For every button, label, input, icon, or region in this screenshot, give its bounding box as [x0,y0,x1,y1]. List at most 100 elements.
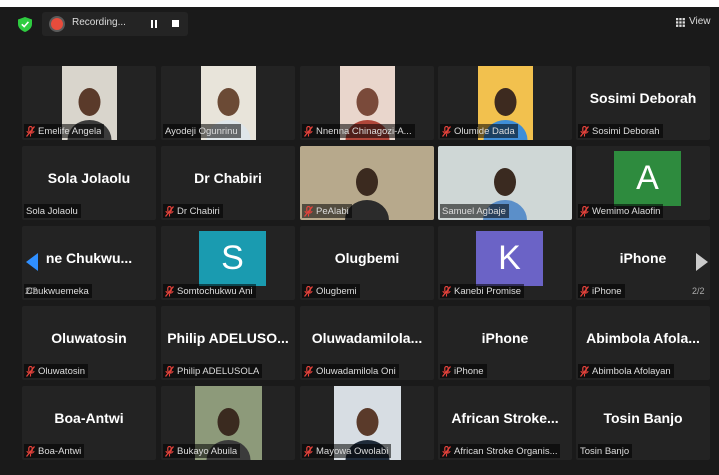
participant-tile[interactable]: Nnenna Chinagozi-A... [300,66,434,140]
participant-name-label: Oluwatosin [38,365,85,377]
muted-mic-icon [304,445,313,457]
participant-label: Abimbola Afolayan [578,364,674,378]
participant-tile[interactable]: iPhone iPhone [438,306,572,380]
participant-name-label: iPhone [454,365,484,377]
participant-label: iPhone [440,364,487,378]
view-label: View [689,16,711,27]
participant-label: Mayowa Owolabi [302,444,392,458]
avatar: A [614,151,681,206]
participant-tile[interactable]: Philip ADELUSO... Philip ADELUSOLA [161,306,295,380]
stop-recording-button[interactable] [168,16,184,32]
participant-label: Emelife Angela [24,124,105,138]
avatar: K [476,231,543,286]
next-page-arrow-icon[interactable] [696,253,708,271]
participant-label: Olugbemi [302,284,360,298]
participant-tile[interactable]: Bukayo Abuila [161,386,295,460]
muted-mic-icon [304,365,313,377]
participant-tile[interactable]: Mayowa Owolabi [300,386,434,460]
participant-tile[interactable]: Oluwadamilola... Oluwadamilola Oni [300,306,434,380]
participant-tile[interactable]: Sosimi Deborah Sosimi Deborah [576,66,710,140]
participant-label: Somtochukwu Ani [163,284,256,298]
participant-name-label: Somtochukwu Ani [177,285,253,297]
muted-mic-icon [304,205,313,217]
participant-tile[interactable]: Emelife Angela [22,66,156,140]
participant-label: Philip ADELUSOLA [163,364,263,378]
muted-mic-icon [26,125,35,137]
participant-name-label: Emelife Angela [38,125,102,137]
page-indicator-right: 2/2 [692,286,705,296]
participant-label: Sola Jolaolu [24,204,81,218]
previous-page-arrow-icon[interactable] [26,253,38,271]
participant-tile[interactable]: Olumide Dada [438,66,572,140]
participant-name-label: Philip ADELUSOLA [177,365,260,377]
pause-recording-button[interactable] [146,16,162,32]
participant-name-label: Bukayo Abuila [177,445,238,457]
participant-display-name: Oluwadamilola... [311,330,423,346]
participant-name-label: Olugbemi [316,285,357,297]
muted-mic-icon [26,365,35,377]
participant-tile[interactable]: Samuel Agbaje [438,146,572,220]
participant-label: Wemimo Alaofin [578,204,664,218]
participant-name-label: Boa-Antwi [38,445,82,457]
participant-tile[interactable]: Olugbemi Olugbemi [300,226,434,300]
view-button[interactable]: View [676,15,716,31]
muted-mic-icon [165,445,174,457]
participant-label: Kanebi Promise [440,284,525,298]
participant-name-label: Kanebi Promise [454,285,522,297]
meeting-top-bar: Recording... View [0,7,719,40]
cropped-caption-strip [0,0,719,7]
participant-label: iPhone [578,284,625,298]
participant-tile[interactable]: Abimbola Afola... Abimbola Afolayan [576,306,710,380]
participant-tile[interactable]: Dr Chabiri Dr Chabiri [161,146,295,220]
muted-mic-icon [304,285,313,297]
participant-tile[interactable]: iPhone iPhone [576,226,710,300]
recording-dot-icon [51,18,63,30]
participant-tile[interactable]: PeAlabi [300,146,434,220]
pause-icon [155,20,157,28]
participant-label: Tosin Banjo [578,444,633,458]
participant-tile[interactable]: African Stroke... African Stroke Organis.… [438,386,572,460]
participant-label: Nnenna Chinagozi-A... [302,124,415,138]
muted-mic-icon [165,205,174,217]
participant-label: Ayodeji Ogunrinu [163,124,241,138]
participant-label: Oluwadamilola Oni [302,364,399,378]
participant-tile[interactable]: S Somtochukwu Ani [161,226,295,300]
muted-mic-icon [580,285,589,297]
muted-mic-icon [304,125,313,137]
participant-label: Sosimi Deborah [578,124,663,138]
participant-name-label: Abimbola Afolayan [592,365,671,377]
participant-tile[interactable]: ne Chukwu... Chukwuemeka [22,226,156,300]
muted-mic-icon [165,365,174,377]
participant-tile[interactable]: Ayodeji Ogunrinu [161,66,295,140]
muted-mic-icon [580,205,589,217]
participant-tile[interactable]: Sola Jolaolu Sola Jolaolu [22,146,156,220]
participant-label: Samuel Agbaje [440,204,509,218]
participant-display-name: African Stroke... [451,410,559,426]
participant-display-name: iPhone [619,250,667,266]
participant-tile[interactable]: A Wemimo Alaofin [576,146,710,220]
participant-name-label: Ayodeji Ogunrinu [165,125,238,137]
participant-display-name: Sola Jolaolu [47,170,131,186]
muted-mic-icon [165,285,174,297]
participant-label: Bukayo Abuila [163,444,241,458]
participant-label: Boa-Antwi [24,444,85,458]
avatar: S [199,231,266,286]
participant-display-name: Philip ADELUSO... [167,330,289,346]
participant-display-name: iPhone [481,330,529,346]
participant-tile[interactable]: Oluwatosin Oluwatosin [22,306,156,380]
participant-tile[interactable]: K Kanebi Promise [438,226,572,300]
participant-name-label: Tosin Banjo [580,445,630,457]
participant-tile[interactable]: Tosin Banjo Tosin Banjo [576,386,710,460]
participant-display-name: ne Chukwu... [45,250,133,266]
participant-name-label: Olumide Dada [454,125,515,137]
participant-tile[interactable]: Boa-Antwi Boa-Antwi [22,386,156,460]
participant-label: Oluwatosin [24,364,88,378]
participant-name-label: Mayowa Owolabi [316,445,389,457]
muted-mic-icon [580,365,589,377]
participant-name-label: Dr Chabiri [177,205,220,217]
pause-icon [151,20,153,28]
participant-name-label: Wemimo Alaofin [592,205,661,217]
participant-display-name: Tosin Banjo [603,410,683,426]
muted-mic-icon [442,285,451,297]
shield-icon[interactable] [18,17,32,32]
